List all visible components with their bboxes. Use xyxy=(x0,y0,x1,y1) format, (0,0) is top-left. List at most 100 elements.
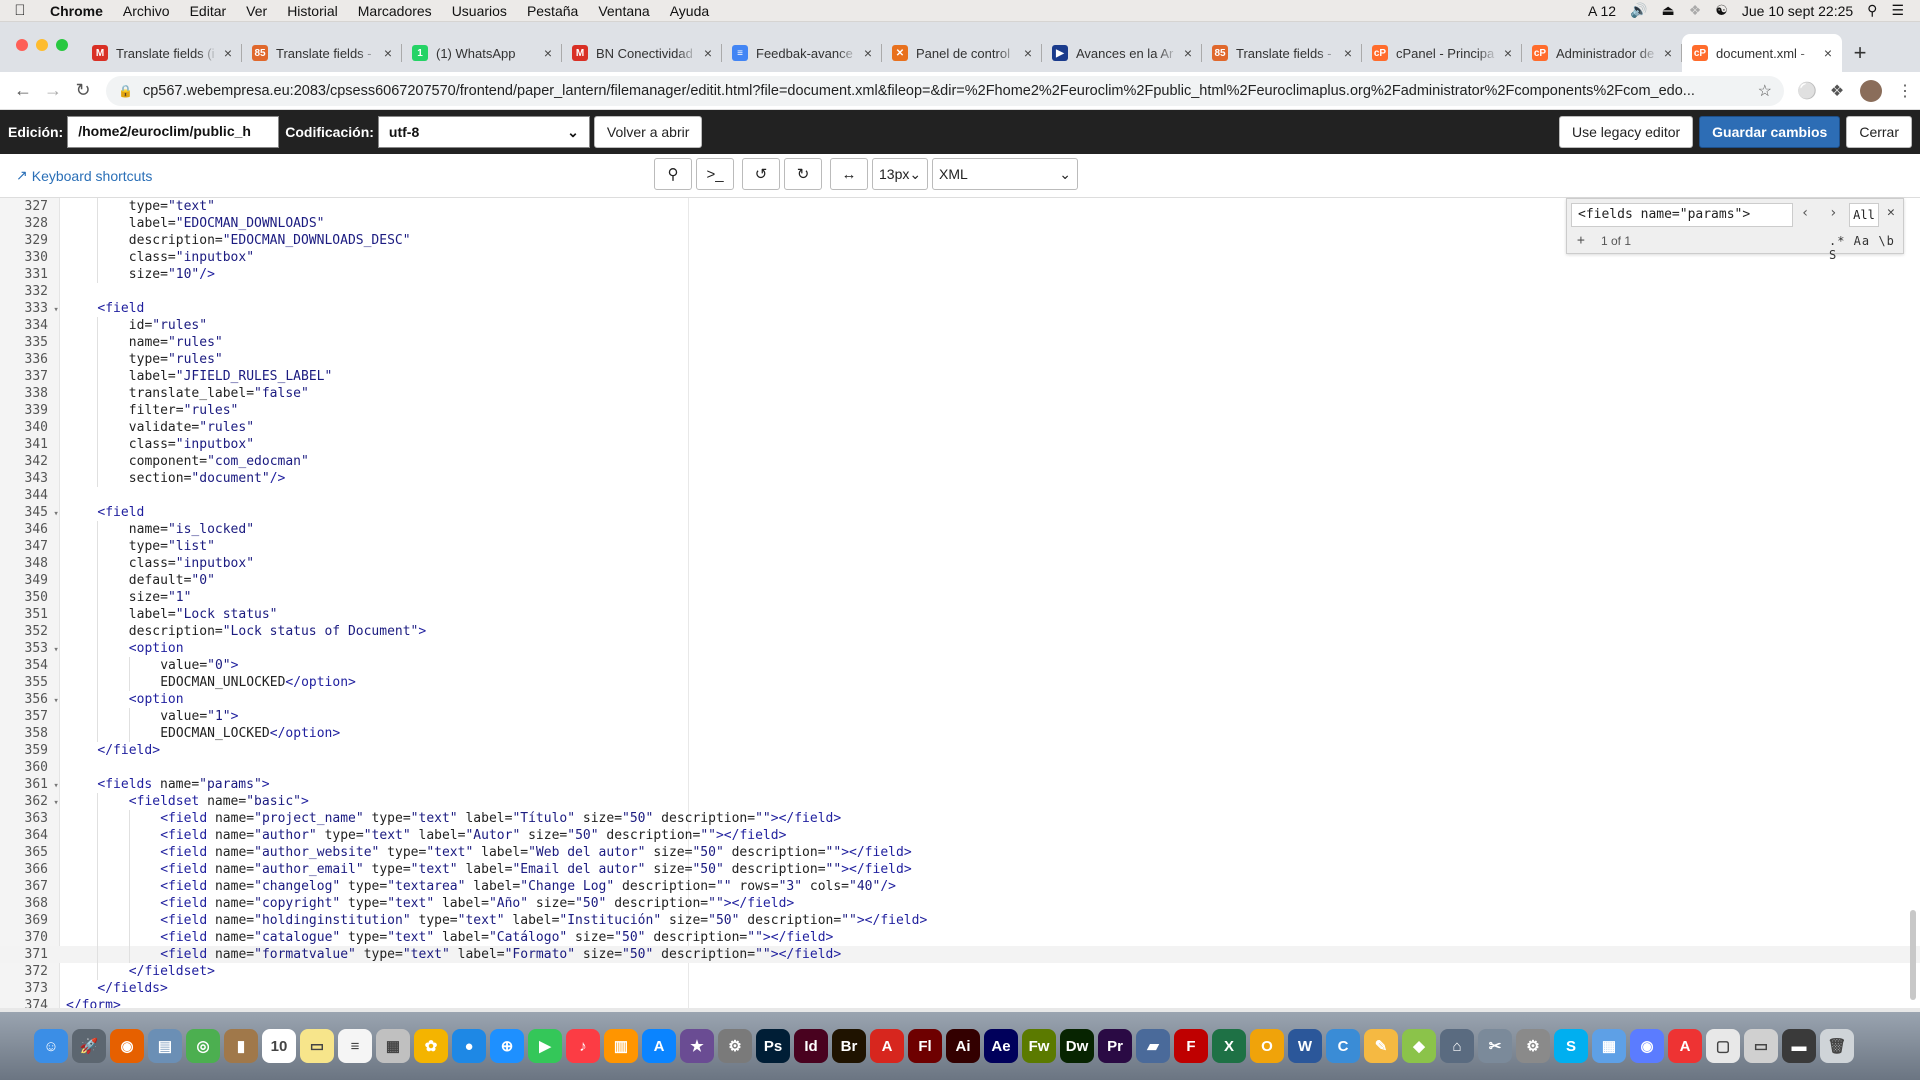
code-line[interactable]: 335 name="rules" xyxy=(0,334,1920,351)
back-arrow-icon[interactable]: ← xyxy=(8,80,38,101)
code-line[interactable]: 357 value="1"> xyxy=(0,708,1920,725)
vertical-scrollbar[interactable] xyxy=(1910,910,1916,1000)
code-line[interactable]: 341 class="inputbox" xyxy=(0,436,1920,453)
code-line[interactable]: 333 ▾ <field xyxy=(0,300,1920,317)
code-line[interactable]: 360 xyxy=(0,759,1920,776)
keyboard-shortcuts-link[interactable]: ↗ Keyboard shortcuts xyxy=(16,167,152,184)
code-line[interactable]: 337 label="JFIELD_RULES_LABEL" xyxy=(0,368,1920,385)
safari-icon[interactable]: ⊕ xyxy=(490,1029,524,1063)
reload-icon[interactable]: ↻ xyxy=(68,80,98,101)
search-button[interactable]: ⚲ xyxy=(654,158,692,190)
code-line[interactable]: 359 </field> xyxy=(0,742,1920,759)
code-line[interactable]: 336 type="rules" xyxy=(0,351,1920,368)
url-field[interactable]: 🔒 cp567.webempresa.eu:2083/cpsess6067207… xyxy=(106,75,1784,106)
system-prefs-icon[interactable]: ⚙ xyxy=(1516,1029,1550,1063)
browser-tab[interactable]: 1 (1) WhatsApp × xyxy=(402,34,562,72)
close-tab-icon[interactable]: × xyxy=(864,45,872,61)
code-line[interactable]: 367 <field name="changelog" type="textare… xyxy=(0,878,1920,895)
code-line[interactable]: 351 label="Lock status" xyxy=(0,606,1920,623)
eject-icon[interactable]: ⏏ xyxy=(1662,2,1675,19)
encoding-select[interactable]: utf-8 ⌄ xyxy=(377,116,590,148)
app-store-icon[interactable]: A xyxy=(642,1029,676,1063)
code-line[interactable]: 340 validate="rules" xyxy=(0,419,1920,436)
bookmark-star-icon[interactable]: ☆ xyxy=(1746,81,1772,101)
facetime-icon[interactable]: ▶ xyxy=(528,1029,562,1063)
browser-tab[interactable]: 85 Translate fields - × xyxy=(1202,34,1362,72)
browser-tab[interactable]: 85 Translate fields - × xyxy=(242,34,402,72)
legacy-editor-button[interactable]: Use legacy editor xyxy=(1559,116,1694,148)
menu-ver[interactable]: Ver xyxy=(236,3,277,19)
code-line[interactable]: 352 description="Lock status of Document"… xyxy=(0,623,1920,640)
search-options[interactable]: .* Aa \b S xyxy=(1829,234,1903,262)
close-tab-icon[interactable]: × xyxy=(1664,45,1672,61)
browser-tab[interactable]: M BN Conectividad × xyxy=(562,34,722,72)
messages-icon[interactable]: ● xyxy=(452,1029,486,1063)
illustrator-icon[interactable]: Ai xyxy=(946,1029,980,1063)
code-line[interactable]: 343 section="document"/> xyxy=(0,470,1920,487)
close-editor-button[interactable]: Cerrar xyxy=(1846,116,1912,148)
find-next-icon[interactable]: › xyxy=(1829,205,1837,221)
teams-icon[interactable]: ▦ xyxy=(1592,1029,1626,1063)
wrap-toggle-button[interactable]: ↔ xyxy=(830,158,868,190)
input-source-indicator[interactable]: A 12 xyxy=(1588,3,1616,19)
photo-booth-icon[interactable]: ▦ xyxy=(376,1029,410,1063)
menu-app-name[interactable]: Chrome xyxy=(40,3,113,19)
code-line[interactable]: 371 <field name="formatvalue" type="text"… xyxy=(0,946,1920,963)
code-line[interactable]: 366 <field name="author_email" type="text… xyxy=(0,861,1920,878)
find-all-button[interactable]: All xyxy=(1849,203,1879,227)
documents-icon[interactable]: ▢ xyxy=(1706,1029,1740,1063)
premiere-icon[interactable]: Pr xyxy=(1098,1029,1132,1063)
menu-pestana[interactable]: Pestaña xyxy=(517,3,588,19)
browser-menu-icon[interactable]: ⋮ xyxy=(1890,81,1920,101)
cyberduck-icon[interactable]: C xyxy=(1326,1029,1360,1063)
siri-icon[interactable]: ◉ xyxy=(1630,1029,1664,1063)
network-icon[interactable]: ⌂ xyxy=(1440,1029,1474,1063)
spotlight-search-icon[interactable]: ⚲ xyxy=(1867,2,1877,19)
bridge-icon[interactable]: Br xyxy=(832,1029,866,1063)
dreamweaver-icon[interactable]: Dw xyxy=(1060,1029,1094,1063)
code-line[interactable]: 347 type="list" xyxy=(0,538,1920,555)
flash-icon[interactable]: Fl xyxy=(908,1029,942,1063)
after-effects-icon[interactable]: Ae xyxy=(984,1029,1018,1063)
skype-icon[interactable]: S xyxy=(1554,1029,1588,1063)
launchpad-icon[interactable]: 🚀 xyxy=(72,1029,106,1063)
script-icon[interactable]: ✂ xyxy=(1478,1029,1512,1063)
close-tab-icon[interactable]: × xyxy=(1344,45,1352,61)
browser-tab[interactable]: ▶ Avances en la Ar × xyxy=(1042,34,1202,72)
browser-tab[interactable]: cP document.xml - × xyxy=(1682,34,1842,72)
new-tab-button[interactable]: + xyxy=(1842,34,1878,72)
filezilla-icon[interactable]: F xyxy=(1174,1029,1208,1063)
books-icon[interactable]: ▥ xyxy=(604,1029,638,1063)
automator-icon[interactable]: ⚙ xyxy=(718,1029,752,1063)
menu-ventana[interactable]: Ventana xyxy=(588,3,659,19)
menu-editar[interactable]: Editar xyxy=(180,3,237,19)
chrome-icon[interactable]: ◎ xyxy=(186,1029,220,1063)
close-tab-icon[interactable]: × xyxy=(544,45,552,61)
find-previous-icon[interactable]: ‹ xyxy=(1801,205,1809,221)
code-editor[interactable]: 327 type="text" 328 label="EDOCMAN_DOWNLOAD… xyxy=(0,198,1920,1008)
pdf-icon[interactable]: A xyxy=(1668,1029,1702,1063)
textedit-icon[interactable]: ✎ xyxy=(1364,1029,1398,1063)
code-line[interactable]: 332 xyxy=(0,283,1920,300)
wifi-icon[interactable]: ☯ xyxy=(1715,2,1728,19)
close-tab-icon[interactable]: × xyxy=(1184,45,1192,61)
photoshop-icon[interactable]: Ps xyxy=(756,1029,790,1063)
zoom-window-button[interactable] xyxy=(56,39,68,51)
word-icon[interactable]: W xyxy=(1288,1029,1322,1063)
minimize-window-button[interactable] xyxy=(36,39,48,51)
code-line[interactable]: 338 translate_label="false" xyxy=(0,385,1920,402)
contacts-icon[interactable]: ▮ xyxy=(224,1029,258,1063)
code-line[interactable]: 361 ▾ <fields name="params"> xyxy=(0,776,1920,793)
close-tab-icon[interactable]: × xyxy=(1824,45,1832,61)
code-line[interactable]: 339 filter="rules" xyxy=(0,402,1920,419)
menu-ayuda[interactable]: Ayuda xyxy=(660,3,719,19)
bluetooth-icon[interactable]: ❖ xyxy=(1689,2,1702,19)
preview-icon[interactable]: ▤ xyxy=(148,1029,182,1063)
redo-button[interactable]: ↻ xyxy=(784,158,822,190)
menu-usuarios[interactable]: Usuarios xyxy=(442,3,517,19)
lock-icon[interactable]: 🔒 xyxy=(118,84,133,98)
code-line[interactable]: 353 ▾ <option xyxy=(0,640,1920,657)
indesign-icon[interactable]: Id xyxy=(794,1029,828,1063)
code-line[interactable]: 368 <field name="copyright" type="text" l… xyxy=(0,895,1920,912)
syntax-mode-select[interactable]: XML ⌄ xyxy=(932,158,1078,190)
